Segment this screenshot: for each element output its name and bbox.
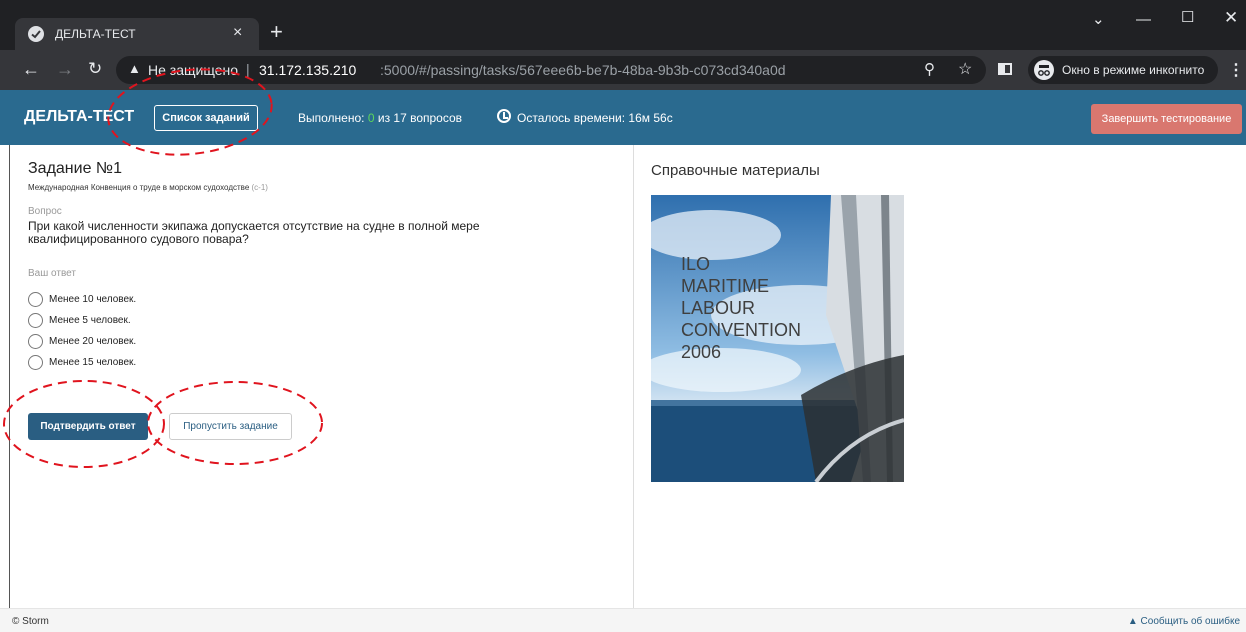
chevron-down-icon[interactable]: ⌄ (1092, 12, 1105, 28)
reload-icon[interactable]: ↻ (88, 59, 102, 79)
option-label[interactable]: Менее 5 человек. (49, 315, 131, 326)
forward-icon: → (56, 59, 74, 79)
check-icon (28, 26, 44, 42)
back-icon[interactable]: ← (22, 59, 40, 79)
footer: © Storm ▲ Сообщить об ошибке (0, 608, 1246, 632)
address-toolbar: ← → ↻ ▲ Не защищено | 31.172.135.210 :50… (0, 50, 1246, 90)
zoom-icon[interactable]: ⚲ (924, 60, 935, 78)
bookmark-star-icon[interactable]: ☆ (958, 59, 972, 79)
browser-tab[interactable]: ДЕЛЬТА-ТЕСТ × (15, 18, 259, 50)
warning-icon: ▲ (1127, 616, 1138, 627)
answer-label: Ваш ответ (28, 268, 76, 279)
more-menu-icon[interactable]: ⋮ (1228, 60, 1244, 80)
not-secure-label[interactable]: Не защищено (148, 62, 238, 78)
app-header: ДЕЛЬТА-ТЕСТ Список заданий Выполнено: 0 … (0, 90, 1246, 145)
url-path[interactable]: :5000/#/passing/tasks/567eee6b-be7b-48ba… (380, 62, 786, 78)
copyright: © Storm (12, 616, 49, 627)
new-tab-icon[interactable]: + (270, 21, 283, 43)
url-separator: | (246, 61, 250, 77)
time-remaining: Осталось времени: 16м 56с (517, 111, 673, 125)
warning-icon[interactable]: ▲ (128, 61, 141, 76)
minimize-icon[interactable]: — (1136, 12, 1151, 28)
incognito-indicator[interactable]: Окно в режиме инкогнито (1028, 56, 1218, 84)
confirm-answer-button[interactable]: Подтвердить ответ (28, 413, 148, 440)
finish-test-button[interactable]: Завершить тестирование (1091, 104, 1242, 134)
report-error-label[interactable]: Сообщить об ошибке (1141, 616, 1240, 627)
question-text: При какой численности экипажа допускаетс… (28, 219, 480, 246)
question-label: Вопрос (28, 206, 62, 217)
task-code: (c-1) (251, 183, 268, 192)
maximize-icon[interactable]: ☐ (1181, 10, 1194, 26)
close-icon[interactable]: × (233, 24, 242, 42)
progress-suffix: из 17 вопросов (377, 111, 463, 125)
done-count: 0 (367, 111, 375, 125)
brand-logo[interactable]: ДЕЛЬТА-ТЕСТ (24, 108, 134, 126)
reference-image[interactable]: ILO MARITIME LABOUR CONVENTION 2006 (651, 195, 904, 482)
progress-status: Выполнено: 0 из 17 вопросов (298, 111, 462, 125)
report-error-link[interactable]: ▲ Сообщить об ошибке (1128, 616, 1240, 627)
panel-divider (633, 145, 634, 608)
clock-icon (497, 109, 511, 123)
option-label[interactable]: Менее 15 человек. (49, 357, 136, 368)
left-border (9, 145, 10, 608)
incognito-label: Окно в режиме инкогнито (1062, 63, 1205, 77)
radio-button[interactable] (28, 355, 43, 370)
reference-title: Справочные материалы (651, 162, 820, 179)
tab-strip: ДЕЛЬТА-ТЕСТ × + ⌄ — ☐ ✕ (0, 0, 1246, 50)
incognito-icon (1034, 60, 1054, 80)
option-label[interactable]: Менее 10 человек. (49, 294, 136, 305)
task-title: Задание №1 (28, 160, 122, 177)
browser-window: ДЕЛЬТА-ТЕСТ × + ⌄ — ☐ ✕ ← → ↻ ▲ Не защищ… (0, 0, 1246, 632)
task-list-button[interactable]: Список заданий (154, 105, 258, 131)
radio-button[interactable] (28, 292, 43, 307)
cover-title: ILO MARITIME LABOUR CONVENTION 2006 (681, 254, 802, 362)
close-window-icon[interactable]: ✕ (1224, 9, 1238, 26)
option-label[interactable]: Менее 20 человек. (49, 336, 136, 347)
address-bar[interactable]: ▲ Не защищено | 31.172.135.210 :5000/#/p… (116, 56, 986, 84)
radio-button[interactable] (28, 334, 43, 349)
side-panel-icon[interactable] (998, 63, 1012, 75)
task-subtitle-text: Международная Конвенция о труде в морско… (28, 183, 250, 192)
skip-task-button[interactable]: Пропустить задание (169, 413, 292, 440)
url-host[interactable]: 31.172.135.210 (259, 62, 356, 78)
radio-button[interactable] (28, 313, 43, 328)
progress-prefix: Выполнено: (298, 111, 365, 125)
task-subtitle: Международная Конвенция о труде в морско… (28, 183, 268, 192)
tab-title: ДЕЛЬТА-ТЕСТ (55, 27, 136, 41)
